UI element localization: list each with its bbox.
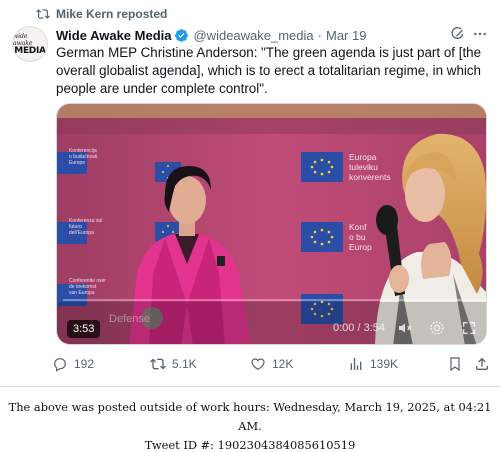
tweet-card[interactable]: Mike Kern reposted wide awake MEDIA Wide… bbox=[0, 0, 500, 386]
repost-action-icon bbox=[150, 358, 166, 370]
share-icon[interactable] bbox=[474, 356, 490, 372]
repost-icon bbox=[36, 9, 50, 19]
avatar-logo-main: MEDIA bbox=[14, 45, 46, 56]
video-progress-track bbox=[63, 299, 486, 301]
repost-count: 5.1K bbox=[172, 357, 197, 371]
reply-icon bbox=[54, 358, 66, 372]
heart-icon bbox=[251, 358, 265, 371]
tweet-text: German MEP Christine Anderson: "The gree… bbox=[56, 45, 482, 96]
views-button[interactable]: 139K bbox=[348, 356, 398, 372]
avatar[interactable]: wide awake MEDIA bbox=[12, 26, 48, 62]
mute-icon[interactable] bbox=[397, 320, 413, 336]
eu-flag-right-1 bbox=[301, 152, 343, 182]
video-time-readout: 0:00 / 3:54 bbox=[333, 322, 385, 334]
grok-icon[interactable] bbox=[450, 26, 466, 42]
action-bar: 192 5.1K 12K 139K bbox=[52, 356, 492, 376]
author-name[interactable]: Wide Awake Media bbox=[56, 28, 171, 43]
views-chart-icon bbox=[350, 358, 362, 370]
repost-label[interactable]: Mike Kern reposted bbox=[56, 7, 167, 21]
more-options-icon[interactable] bbox=[472, 26, 488, 42]
repost-indicator: Mike Kern reposted bbox=[36, 6, 167, 22]
post-date[interactable]: Mar 19 bbox=[326, 28, 366, 43]
author-handle[interactable]: @wideawake_media bbox=[193, 28, 313, 43]
views-count: 139K bbox=[370, 357, 399, 371]
avatar-logo-top: wide awake bbox=[13, 32, 33, 47]
repost-button[interactable]: 5.1K bbox=[150, 356, 197, 372]
video-frame: Konferencija o budućnosti Europe Konfere… bbox=[57, 104, 486, 344]
video-duration-badge: 3:53 bbox=[67, 320, 101, 338]
footer-posted-time: The above was posted outside of work hou… bbox=[8, 400, 492, 433]
divider bbox=[0, 386, 500, 387]
verified-badge-icon[interactable] bbox=[174, 28, 189, 43]
lapel-mic bbox=[217, 256, 225, 266]
footer-tweet-id: Tweet ID #: 1902304384085610519 bbox=[144, 438, 356, 452]
video-player[interactable]: Konferencija o budućnosti Europe Konfere… bbox=[56, 103, 487, 345]
footer-note: The above was posted outside of work hou… bbox=[0, 398, 500, 452]
header-separator: · bbox=[317, 27, 322, 43]
like-button[interactable]: 12K bbox=[250, 356, 293, 372]
settings-gear-icon[interactable] bbox=[429, 320, 445, 336]
bookmark-icon[interactable] bbox=[447, 356, 463, 372]
tweet-header: Wide Awake Media @wideawake_media · Mar … bbox=[56, 26, 488, 44]
reply-count: 192 bbox=[74, 357, 95, 371]
eu-flag-right-2 bbox=[301, 222, 343, 252]
like-count: 12K bbox=[272, 357, 294, 371]
reply-button[interactable]: 192 bbox=[52, 356, 94, 372]
fullscreen-icon[interactable] bbox=[461, 320, 477, 336]
